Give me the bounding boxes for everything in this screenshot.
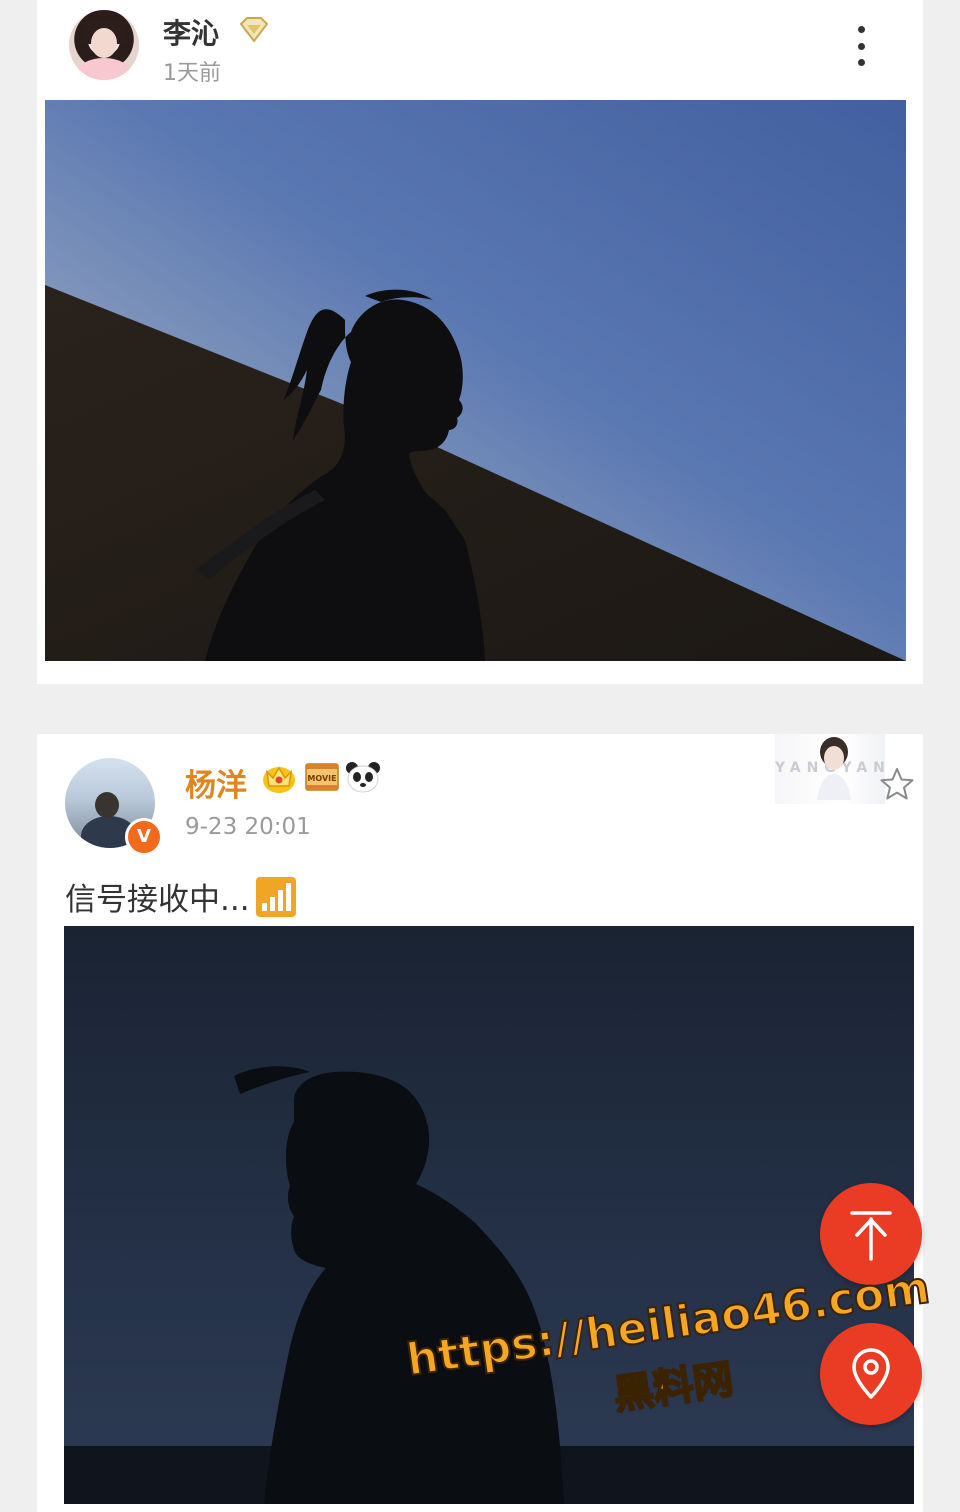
decorative-banner: YANGYANG: [775, 734, 885, 804]
crown-icon: [263, 766, 295, 793]
panda-icon: [346, 762, 380, 793]
more-dot-icon: [857, 59, 865, 66]
avatar-face: [91, 28, 117, 58]
avatar-shirt: [77, 58, 131, 80]
post-text-content: 信号接收中...: [65, 882, 250, 918]
post-time: 9-23 20:01: [185, 814, 311, 840]
banner-portrait: [817, 737, 851, 800]
post-time: 1天前: [163, 61, 221, 86]
more-dot-icon: [857, 26, 865, 33]
avatar-head: [95, 792, 119, 818]
signal-bars-icon: [255, 876, 296, 917]
post-photo[interactable]: [45, 100, 906, 661]
feed-page: 李沁 1天前 V 杨洋 MOVIE 9-23 20:01 信号接收中... ht…: [0, 0, 960, 1512]
user-name[interactable]: 杨洋: [185, 760, 247, 805]
avatar[interactable]: [69, 10, 139, 80]
post-text: 信号接收中...: [65, 874, 296, 919]
star-icon[interactable]: [879, 766, 915, 802]
user-name[interactable]: 李沁: [163, 12, 219, 52]
verified-badge: V: [125, 818, 163, 856]
more-dot-icon: [857, 42, 865, 50]
diamond-badge-icon: [239, 17, 269, 43]
more-options-button[interactable]: [849, 26, 873, 66]
post-card-1: 李沁 1天前: [37, 0, 923, 684]
movie-icon: MOVIE: [305, 763, 339, 791]
svg-text:MOVIE: MOVIE: [307, 774, 336, 783]
